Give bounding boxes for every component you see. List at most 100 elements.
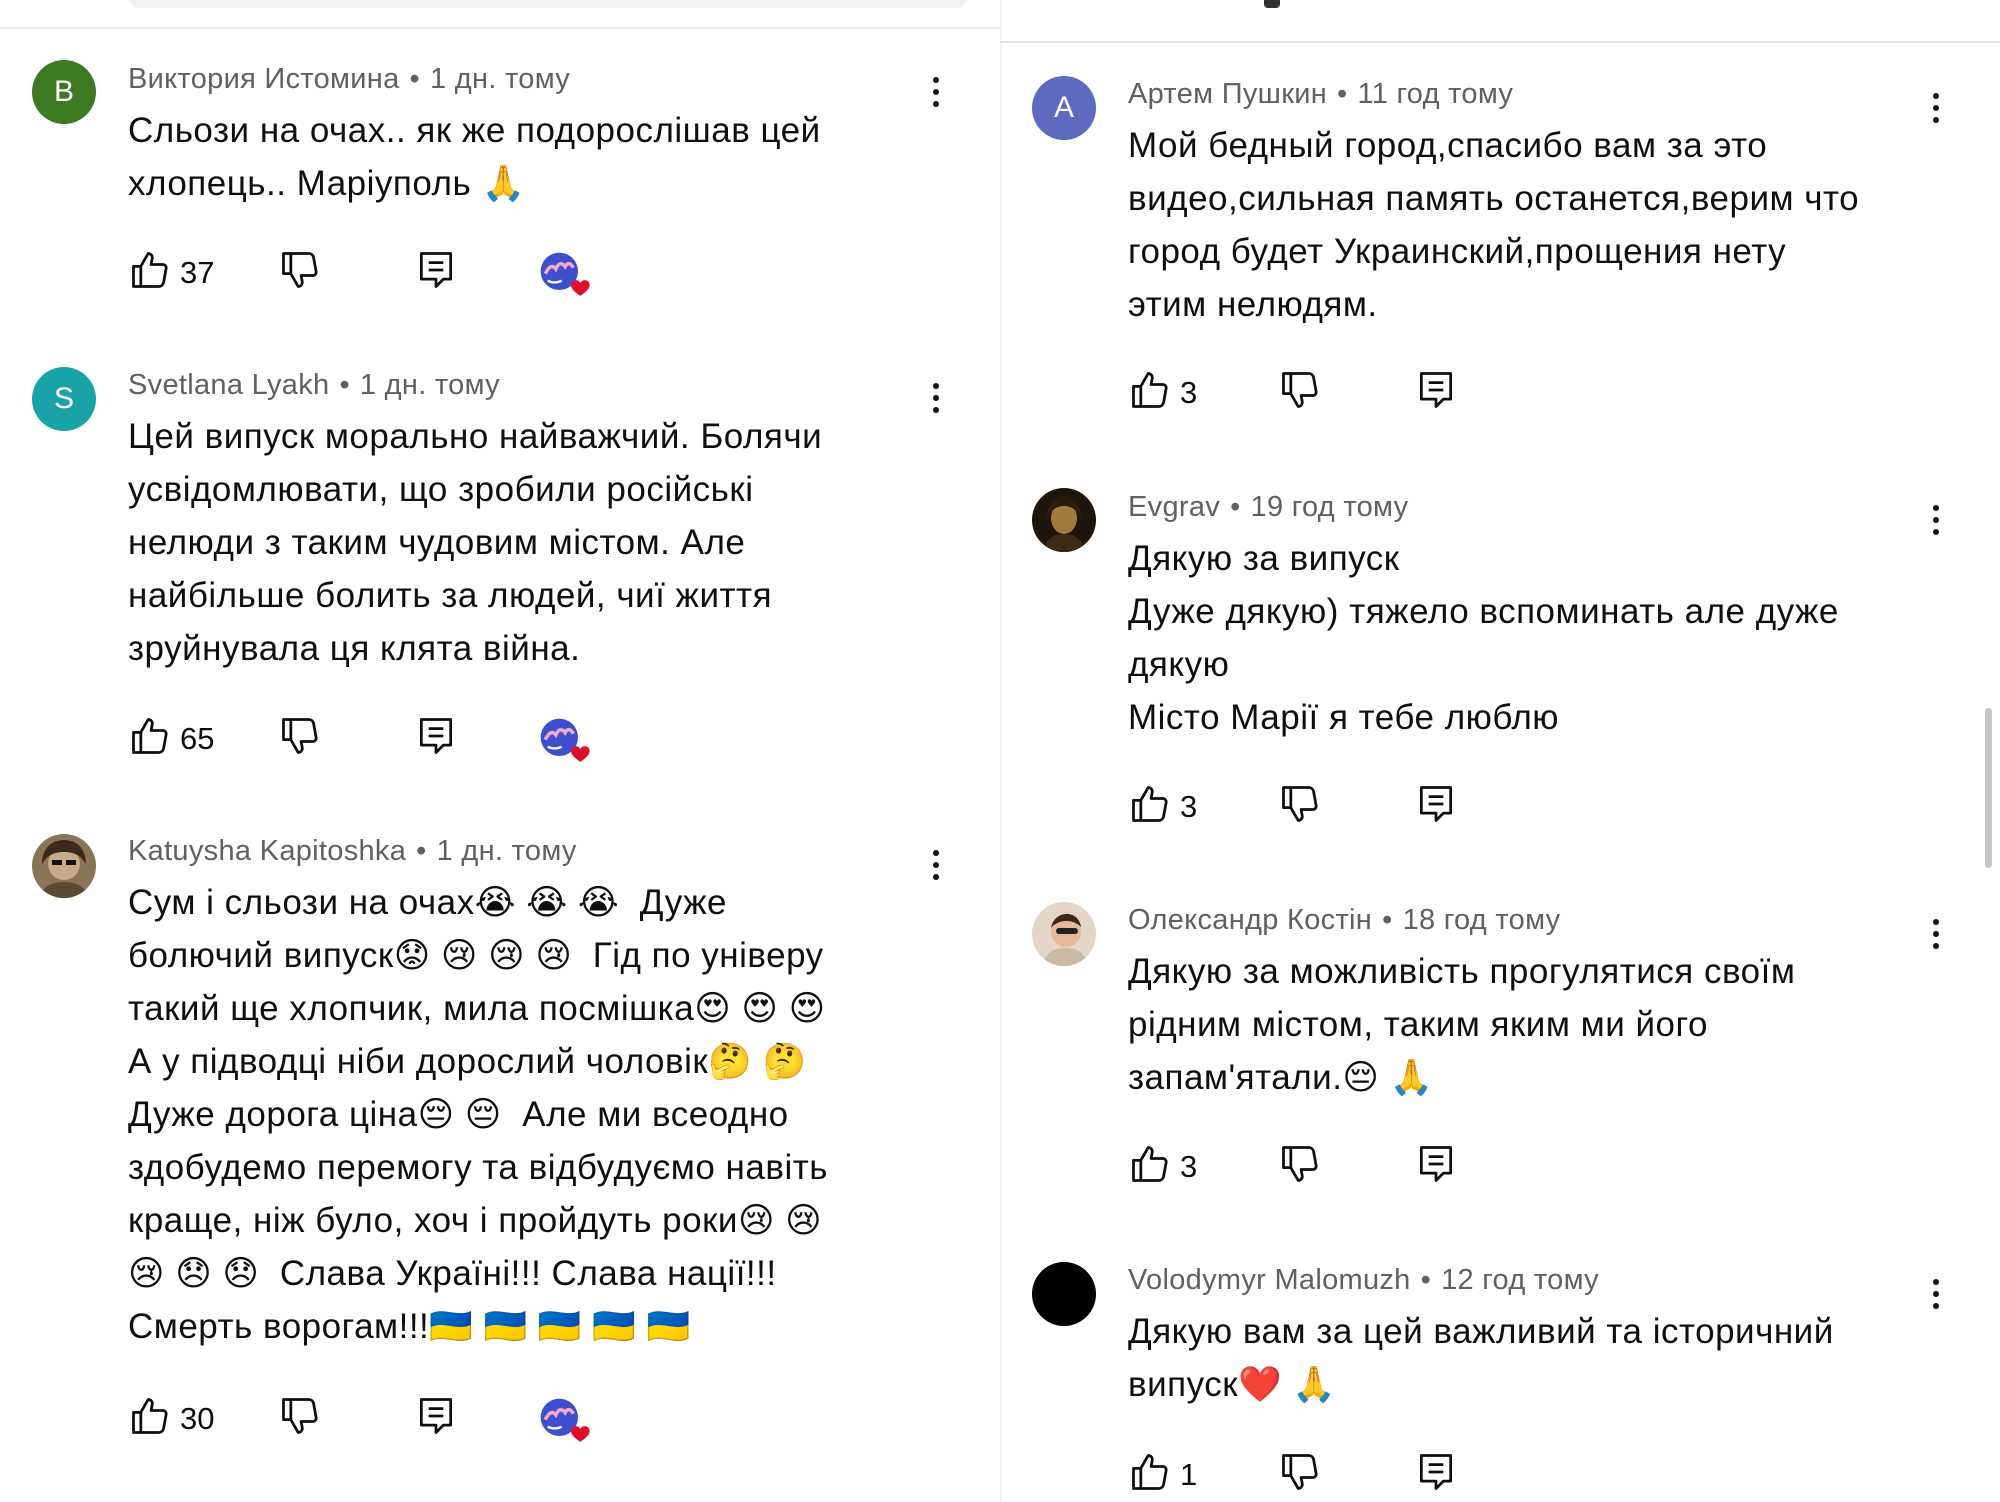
comment-time[interactable]: 19 год тому	[1251, 491, 1409, 523]
comment-time[interactable]: 1 дн. тому	[430, 63, 570, 95]
like-count: 1	[1180, 1456, 1198, 1492]
comment-text: Дякую вам за цей важливий та історичний …	[1128, 1312, 1834, 1404]
comment-header: Виктория Истомина • 1 дн. тому	[128, 57, 570, 101]
comment-time[interactable]: 12 год тому	[1441, 1264, 1599, 1296]
thumb-up-icon	[1128, 1142, 1172, 1191]
creator-heart[interactable]	[536, 714, 592, 775]
thumb-down-icon	[278, 248, 322, 297]
avatar[interactable]: В	[32, 60, 96, 124]
thumb-down-icon	[1278, 782, 1322, 831]
author-name[interactable]: Katuysha Kapitoshka	[128, 835, 406, 867]
thumb-down-icon	[1278, 1142, 1322, 1191]
thumb-down-icon	[278, 1394, 322, 1443]
author-name[interactable]: Артем Пушкин	[1128, 78, 1327, 110]
like-button[interactable]: 37	[128, 248, 214, 297]
top-input-bar[interactable]	[128, 0, 968, 8]
reply-button[interactable]	[414, 1394, 458, 1443]
top-divider	[1000, 41, 2000, 43]
left-comment-column: В Виктория Истомина • 1 дн. тому Сльози на…	[0, 0, 1000, 1502]
like-count: 30	[180, 1400, 215, 1436]
separator-dot: •	[416, 835, 427, 867]
avatar-letter: А	[1053, 91, 1074, 124]
reply-button[interactable]	[1414, 1142, 1458, 1191]
avatar[interactable]	[1032, 902, 1096, 966]
like-count: 3	[1180, 374, 1198, 410]
creator-heart-icon	[536, 248, 592, 309]
thumb-down-icon	[1278, 1450, 1322, 1499]
thumb-down-icon	[278, 714, 322, 763]
avatar[interactable]	[1032, 488, 1096, 552]
dislike-button[interactable]	[278, 714, 322, 763]
comment-time[interactable]: 18 год тому	[1403, 904, 1561, 936]
comment-text: Дякую за можливість прогулятися своїм рі…	[1128, 952, 1796, 1097]
creator-heart[interactable]	[536, 248, 592, 309]
thumb-up-icon	[1128, 782, 1172, 831]
comment-time[interactable]: 1 дн. тому	[437, 835, 577, 867]
thumb-up-icon	[128, 1394, 172, 1443]
creator-heart[interactable]	[536, 1394, 592, 1455]
dislike-button[interactable]	[278, 1394, 322, 1443]
avatar-photo-icon	[32, 834, 96, 898]
comment-actions: 3	[1128, 782, 1888, 830]
comment-text: Мой бедный город,спасибо вам за это виде…	[1128, 126, 1860, 324]
comment-header: Volodymyr Malomuzh • 12 год тому	[1128, 1258, 1599, 1302]
dislike-button[interactable]	[278, 248, 322, 297]
avatar[interactable]: S	[32, 367, 96, 431]
dislike-button[interactable]	[1278, 1142, 1322, 1191]
comment-time[interactable]: 1 дн. тому	[360, 369, 500, 401]
avatar[interactable]: А	[1032, 76, 1096, 140]
scrollbar[interactable]	[1985, 708, 1992, 868]
author-name[interactable]: Олександр Костін	[1128, 904, 1372, 936]
reply-comment-icon	[1414, 1450, 1458, 1499]
separator-dot: •	[339, 369, 350, 401]
top-divider	[0, 27, 1000, 29]
author-name[interactable]: Виктория Истомина	[128, 63, 400, 95]
comment-text: Дякую за випуск Дуже дякую) тяжело вспом…	[1128, 539, 1839, 737]
comment-text: Сльози на очах.. як же подорослішав цей …	[128, 111, 821, 203]
reply-comment-icon	[414, 248, 458, 297]
reply-button[interactable]	[414, 714, 458, 763]
comment-header: Олександр Костін • 18 год тому	[1128, 898, 1560, 942]
like-button[interactable]: 30	[128, 1394, 214, 1443]
avatar[interactable]	[1032, 1262, 1096, 1326]
like-button[interactable]: 3	[1128, 1142, 1197, 1191]
creator-heart-icon	[536, 1394, 592, 1455]
reply-comment-icon	[1414, 368, 1458, 417]
comment-actions: 30	[128, 1394, 888, 1442]
like-button[interactable]: 3	[1128, 368, 1197, 417]
author-name[interactable]: Evgrav	[1128, 491, 1220, 523]
avatar[interactable]	[32, 834, 96, 898]
comment-header: Katuysha Kapitoshka • 1 дн. тому	[128, 829, 577, 873]
avatar-photo-icon	[1032, 488, 1096, 552]
reply-button[interactable]	[1414, 368, 1458, 417]
like-count: 37	[180, 254, 215, 290]
like-button[interactable]: 1	[1128, 1450, 1197, 1499]
comment-header: Evgrav • 19 год тому	[1128, 485, 1408, 529]
comment-header: Артем Пушкин • 11 год тому	[1128, 72, 1513, 116]
separator-dot: •	[409, 63, 420, 95]
author-name[interactable]: Volodymyr Malomuzh	[1128, 1264, 1411, 1296]
author-name[interactable]: Svetlana Lyakh	[128, 369, 329, 401]
thumb-up-icon	[128, 248, 172, 297]
reply-button[interactable]	[1414, 1450, 1458, 1499]
like-button[interactable]: 3	[1128, 782, 1197, 831]
comment-time[interactable]: 11 год тому	[1357, 78, 1513, 110]
thumb-down-icon	[1278, 368, 1322, 417]
top-stub	[1264, 0, 1280, 8]
like-button[interactable]: 65	[128, 714, 214, 763]
dislike-button[interactable]	[1278, 782, 1322, 831]
dislike-button[interactable]	[1278, 1450, 1322, 1499]
reply-comment-icon	[414, 1394, 458, 1443]
separator-dot: •	[1337, 78, 1348, 110]
reply-button[interactable]	[414, 248, 458, 297]
comment-actions: 65	[128, 714, 888, 762]
like-count: 65	[180, 720, 215, 756]
like-count: 3	[1180, 788, 1198, 824]
dislike-button[interactable]	[1278, 368, 1322, 417]
avatar-letter: В	[53, 75, 74, 108]
avatar-photo-icon	[1032, 902, 1096, 966]
thumb-up-icon	[128, 714, 172, 763]
reply-comment-icon	[1414, 1142, 1458, 1191]
reply-button[interactable]	[1414, 782, 1458, 831]
creator-heart-icon	[536, 714, 592, 775]
